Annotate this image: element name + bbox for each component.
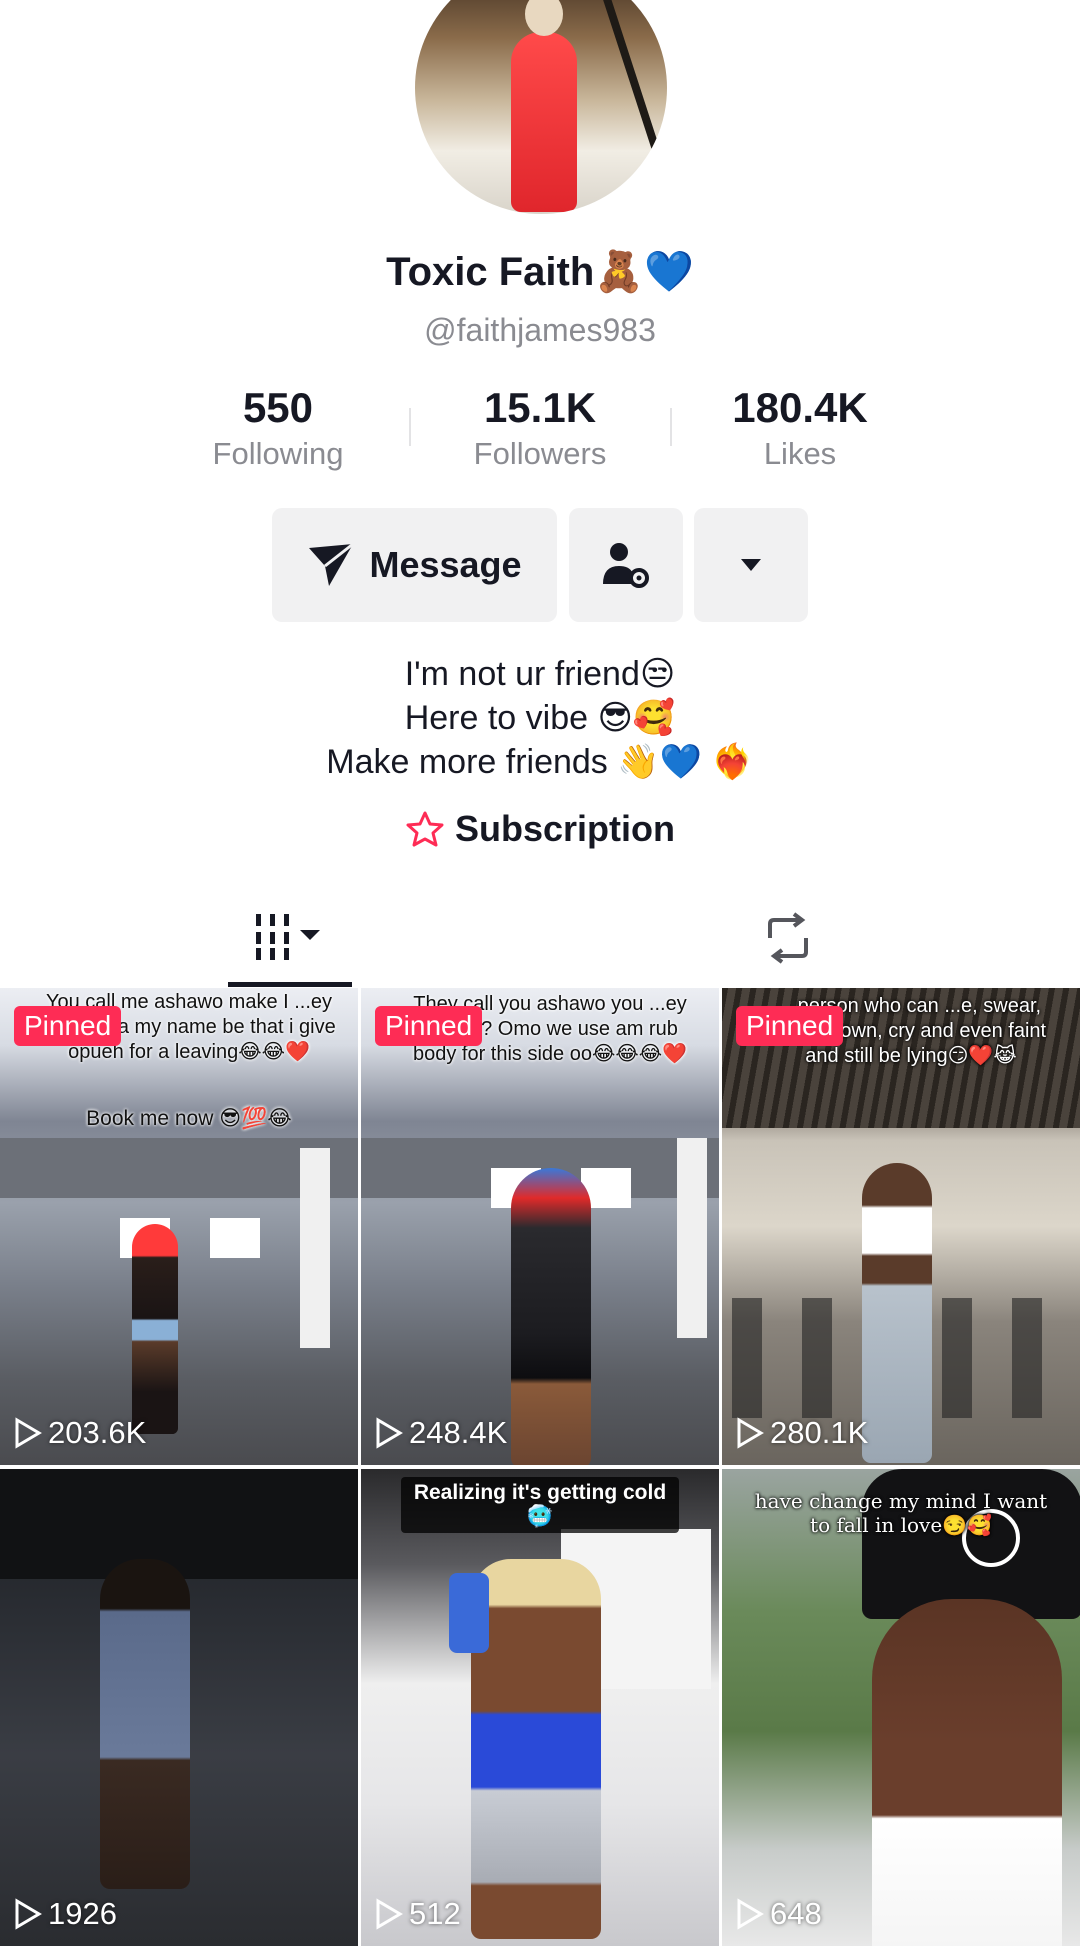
bio-line: Make more friends 👋💙 ❤️‍🔥: [326, 743, 754, 781]
pillar: [677, 1138, 707, 1338]
person-figure: [132, 1224, 178, 1434]
person-figure: [511, 1168, 591, 1465]
view-count-value: 203.6K: [48, 1415, 147, 1450]
view-count: 512: [375, 1896, 461, 1932]
stat-label: Following: [212, 436, 344, 471]
bio-line: Here to vibe 😎🥰: [404, 699, 676, 737]
bio-line: I'm not ur friend😒: [404, 655, 676, 693]
view-count-value: 648: [770, 1896, 822, 1931]
tab-reposts[interactable]: [760, 912, 816, 969]
dropdown-arrow-icon: [741, 559, 761, 571]
message-button[interactable]: Message: [272, 508, 557, 622]
view-count-value: 280.1K: [770, 1415, 869, 1450]
pinned-badge: Pinned: [736, 1006, 844, 1046]
view-count-value: 248.4K: [409, 1415, 508, 1450]
stat-value: 15.1K: [483, 384, 597, 431]
avatar-photo-detail: [511, 32, 577, 212]
pillar: [300, 1148, 330, 1348]
video-caption: Realizing it's getting cold 🥶: [401, 1477, 679, 1533]
tab-videos[interactable]: [254, 912, 326, 967]
video-grid: You call me ashawo make I ...ey vex!?? n…: [0, 988, 1080, 1946]
play-icon: [15, 1417, 42, 1449]
stat-label: Followers: [473, 436, 607, 471]
more-options-button[interactable]: [694, 508, 808, 622]
window: [210, 1218, 260, 1258]
person-figure: [100, 1559, 190, 1889]
stat-label: Likes: [763, 436, 837, 471]
phone: [449, 1573, 489, 1653]
stat-followers[interactable]: 15.1K Followers: [410, 384, 670, 472]
repost-icon: [768, 912, 808, 964]
video-thumbnail[interactable]: have change my mind I want to fall in lo…: [722, 1469, 1080, 1946]
stat-following[interactable]: 550 Following: [148, 384, 408, 472]
display-name: Toxic Faith🧸💙: [386, 250, 694, 294]
username-handle: @faithjames983: [424, 312, 656, 348]
pinned-badge: Pinned: [14, 1006, 122, 1046]
video-thumbnail[interactable]: Realizing it's getting cold 🥶 512: [361, 1469, 719, 1946]
subscription-link[interactable]: Subscription: [0, 808, 1080, 850]
star-icon: [406, 811, 444, 847]
avatar-photo-detail: [525, 0, 563, 36]
video-thumbnail[interactable]: ...person who can ...e, swear, kneel dow…: [722, 988, 1080, 1465]
video-thumbnail[interactable]: They call you ashawo you ...ey vex!??? O…: [361, 988, 719, 1465]
stat-value: 550: [242, 384, 314, 431]
view-count-value: 1926: [48, 1896, 117, 1931]
person-figure: [862, 1163, 932, 1463]
follow-settings-button[interactable]: [569, 508, 683, 622]
avatar-photo-detail: [591, 0, 667, 211]
grid-icon: [256, 914, 320, 960]
view-count: 248.4K: [375, 1415, 507, 1451]
video-caption: have change my mind I want to fall in lo…: [754, 1489, 1048, 1537]
subscription-label: Subscription: [454, 808, 675, 849]
send-icon: [309, 542, 355, 586]
person-figure: [471, 1559, 601, 1939]
play-icon: [737, 1898, 764, 1930]
stat-likes[interactable]: 180.4K Likes: [670, 384, 930, 472]
video-caption: Book me now 😎💯😂: [86, 1107, 292, 1130]
trees: [0, 1469, 358, 1579]
play-icon: [376, 1417, 403, 1449]
view-count: 648: [736, 1896, 822, 1932]
play-icon: [376, 1898, 403, 1930]
stat-value: 180.4K: [732, 384, 868, 431]
view-count: 203.6K: [14, 1415, 146, 1451]
profile-avatar[interactable]: [415, 0, 667, 214]
person-figure: [872, 1599, 1062, 1946]
play-icon: [15, 1898, 42, 1930]
message-button-label: Message: [369, 544, 522, 585]
view-count: 280.1K: [736, 1415, 868, 1451]
profile-bio: I'm not ur friend😒 Here to vibe 😎🥰 Make …: [0, 652, 1080, 784]
play-icon: [737, 1417, 764, 1449]
content-tabs: [0, 900, 1080, 988]
person-settings-icon: [603, 543, 649, 588]
pinned-badge: Pinned: [375, 1006, 483, 1046]
video-thumbnail[interactable]: 1926: [0, 1469, 358, 1946]
view-count-value: 512: [409, 1896, 461, 1931]
tab-active-indicator: [228, 982, 352, 987]
video-thumbnail[interactable]: You call me ashawo make I ...ey vex!?? n…: [0, 988, 358, 1465]
view-count: 1926: [14, 1896, 117, 1932]
